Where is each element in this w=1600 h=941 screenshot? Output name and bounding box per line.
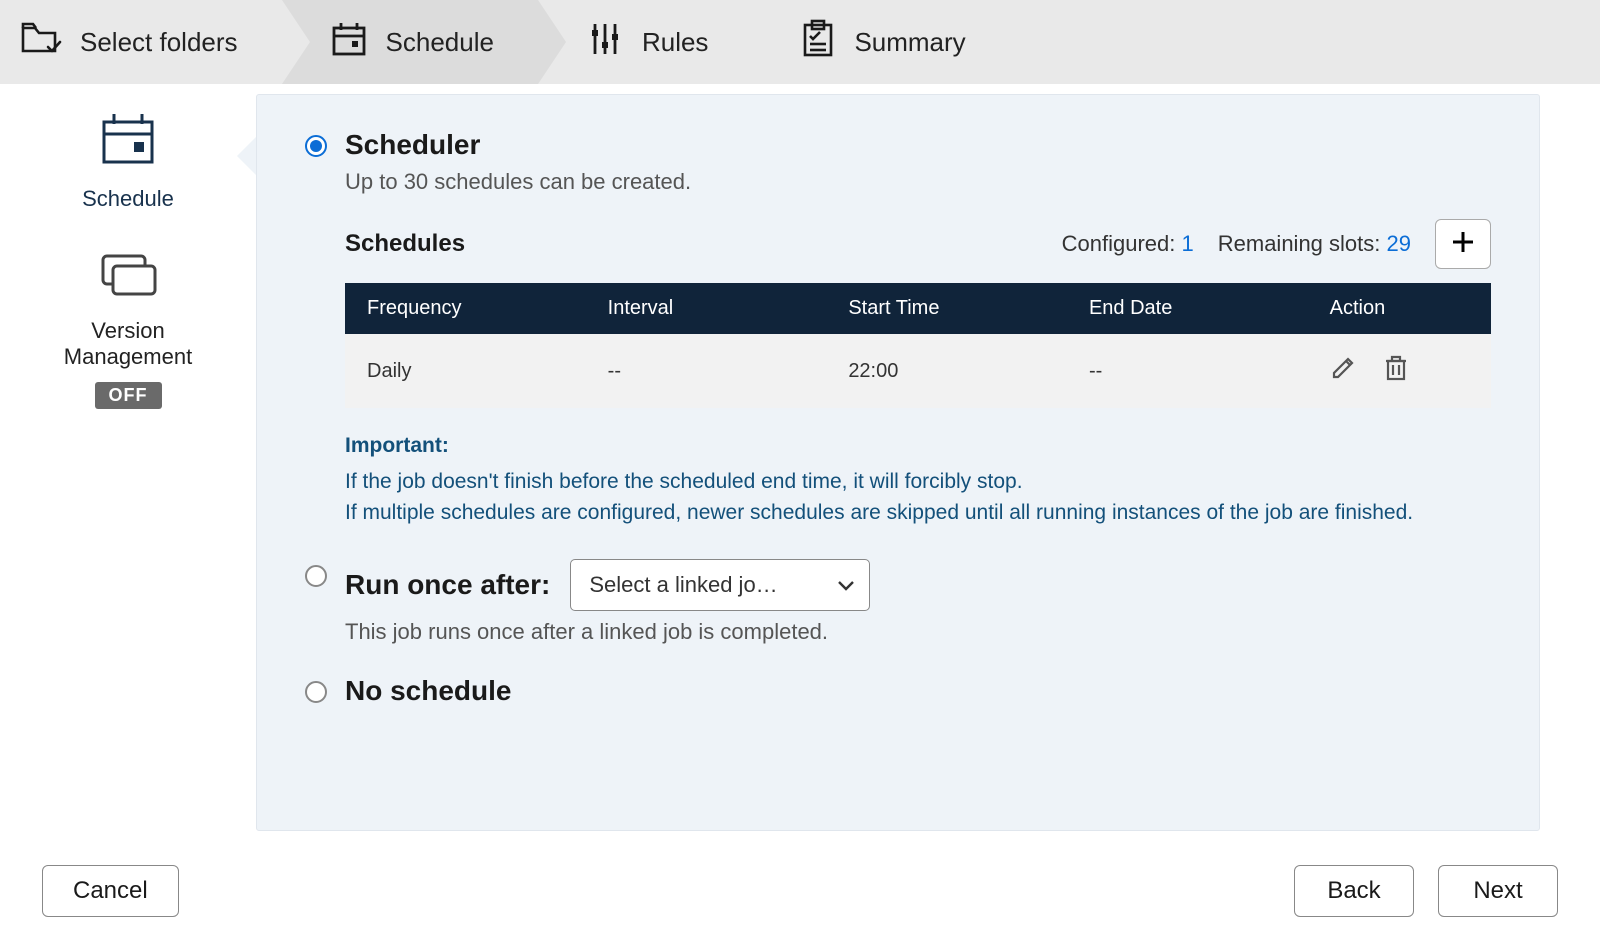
cell-end-date: --	[1067, 334, 1308, 408]
no-schedule-title: No schedule	[345, 675, 1491, 707]
sliders-icon	[586, 20, 624, 65]
option-no-schedule[interactable]: No schedule	[305, 675, 1491, 707]
option-run-once[interactable]: Run once after: Select a linked jo… This…	[305, 559, 1491, 645]
plus-icon	[1451, 230, 1475, 259]
wizard-step-select-folders[interactable]: Select folders	[0, 0, 282, 84]
wizard-breadcrumb: Select folders Schedule Rules	[0, 0, 1600, 84]
side-item-label: Version Management	[64, 318, 192, 370]
radio-no-schedule[interactable]	[305, 681, 327, 703]
schedules-heading: Schedules	[345, 230, 465, 258]
schedule-panel: Scheduler Up to 30 schedules can be crea…	[256, 94, 1540, 831]
wizard-step-schedule[interactable]: Schedule	[282, 0, 538, 84]
clipboard-check-icon	[800, 19, 836, 66]
wizard-step-label: Select folders	[80, 27, 238, 58]
next-button[interactable]: Next	[1438, 865, 1558, 917]
remaining-meta: Remaining slots: 29	[1218, 231, 1411, 257]
cell-interval: --	[586, 334, 827, 408]
radio-run-once[interactable]	[305, 565, 327, 587]
col-action: Action	[1308, 283, 1491, 334]
side-item-version-management[interactable]: Version Management OFF	[0, 250, 256, 409]
edit-icon[interactable]	[1330, 355, 1356, 387]
configured-meta: Configured: 1	[1062, 231, 1194, 257]
important-note: Important: If the job doesn't finish bef…	[345, 430, 1491, 529]
run-once-desc: This job runs once after a linked job is…	[345, 619, 1491, 645]
col-interval: Interval	[586, 283, 827, 334]
chevron-down-icon	[837, 572, 855, 598]
linked-job-select[interactable]: Select a linked jo…	[570, 559, 870, 611]
wizard-footer: Cancel Back Next	[0, 841, 1600, 941]
col-end-date: End Date	[1067, 283, 1308, 334]
calendar-icon	[98, 112, 158, 174]
scheduler-subtitle: Up to 30 schedules can be created.	[345, 169, 1491, 195]
delete-icon[interactable]	[1384, 354, 1408, 388]
table-row: Daily -- 22:00 --	[345, 334, 1491, 408]
cell-frequency: Daily	[345, 334, 586, 408]
wizard-step-label: Rules	[642, 27, 708, 58]
add-schedule-button[interactable]	[1435, 219, 1491, 269]
schedules-table: Frequency Interval Start Time End Date A…	[345, 283, 1491, 408]
wizard-step-label: Schedule	[386, 27, 494, 58]
side-item-label: Schedule	[82, 186, 174, 212]
scheduler-title: Scheduler	[345, 129, 1491, 161]
run-once-title: Run once after:	[345, 569, 550, 601]
wizard-step-summary[interactable]: Summary	[752, 0, 1009, 84]
option-scheduler[interactable]: Scheduler Up to 30 schedules can be crea…	[305, 129, 1491, 529]
col-start-time: Start Time	[826, 283, 1067, 334]
wizard-step-rules[interactable]: Rules	[538, 0, 752, 84]
wizard-step-label: Summary	[854, 27, 965, 58]
cancel-button[interactable]: Cancel	[42, 865, 179, 917]
side-nav: Schedule Version Management OFF	[0, 84, 256, 841]
side-item-schedule[interactable]: Schedule	[0, 112, 256, 212]
radio-scheduler[interactable]	[305, 135, 327, 157]
folder-check-icon	[20, 20, 62, 65]
back-button[interactable]: Back	[1294, 865, 1414, 917]
calendar-icon	[330, 20, 368, 65]
off-badge: OFF	[95, 382, 162, 409]
col-frequency: Frequency	[345, 283, 586, 334]
cell-start-time: 22:00	[826, 334, 1067, 408]
stack-icon	[95, 250, 161, 306]
linked-job-placeholder: Select a linked jo…	[589, 572, 777, 598]
